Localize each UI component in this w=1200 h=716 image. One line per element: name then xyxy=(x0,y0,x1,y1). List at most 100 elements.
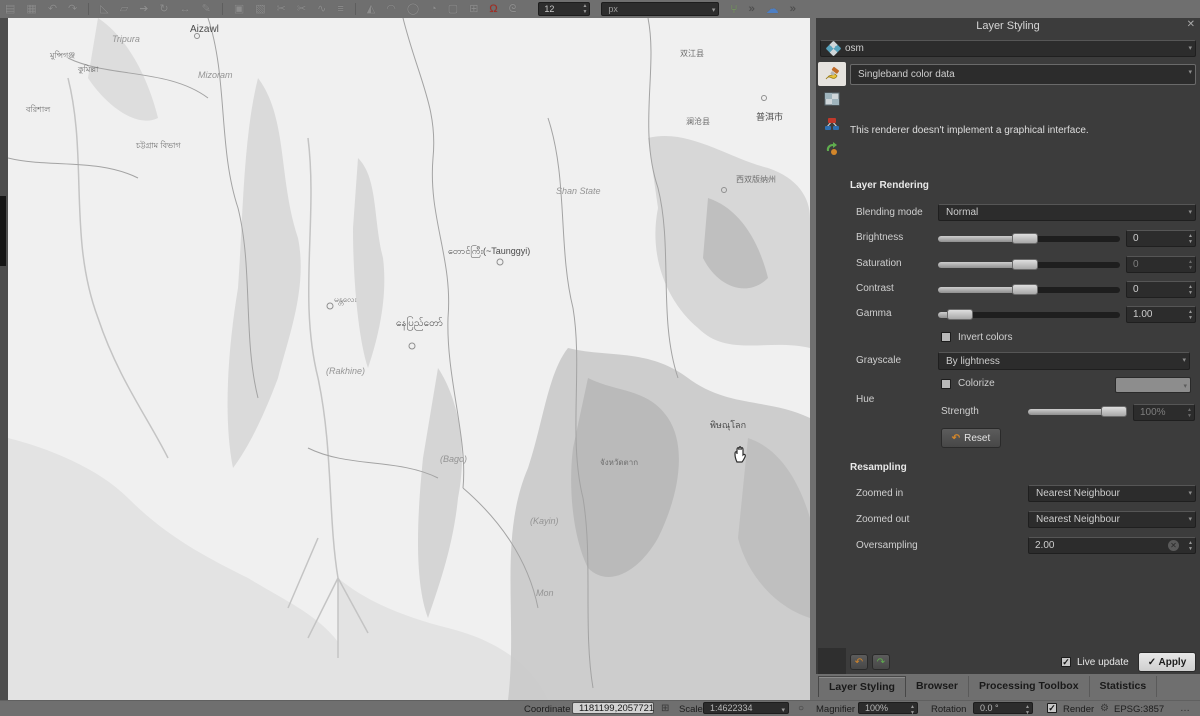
map-canvas[interactable]: AizawlTripuraMizoramমুন্সিগঞ্জকুমিল্লাবর… xyxy=(8,18,810,700)
zoomed-in-label: Zoomed in xyxy=(856,488,903,499)
chevron-down-icon: ▾ xyxy=(1188,44,1192,52)
copy-style-icon[interactable]: ▣ xyxy=(234,0,244,18)
vertex-tool-icon[interactable]: ⑂ xyxy=(730,0,737,18)
strength-spinbox: 100% ▲▼ xyxy=(1133,404,1195,421)
snap-tolerance-spinbox[interactable]: 12 ▲▼ xyxy=(538,2,590,16)
renderer-combo[interactable]: Singleband color data ▾ xyxy=(850,64,1196,85)
select-region-icon[interactable]: ▱ xyxy=(120,0,128,18)
spinner-arrows-icon[interactable]: ▲▼ xyxy=(1188,233,1193,245)
fill-pattern-icon[interactable]: ▧ xyxy=(255,0,265,18)
magnifier-value: 100% xyxy=(865,703,888,713)
tab-symbology[interactable] xyxy=(818,62,846,86)
split-parts-icon[interactable]: ✂ xyxy=(297,0,306,18)
gamma-slider[interactable] xyxy=(938,309,1120,320)
icon-column-footer xyxy=(818,648,846,674)
snapping-magnet-icon[interactable]: Ω xyxy=(489,0,497,18)
reset-button[interactable]: ↶ Reset xyxy=(941,428,1001,448)
rectangle-tool-icon[interactable]: ▢ xyxy=(448,0,458,18)
gamma-spinbox[interactable]: 1.00 ▲▼ xyxy=(1126,306,1196,323)
ellipse-tool-icon[interactable]: ◔ xyxy=(430,0,437,18)
messages-button[interactable]: … xyxy=(1180,703,1190,714)
tab-layer-styling[interactable]: Layer Styling xyxy=(818,676,906,697)
edit-icon[interactable]: ✎ xyxy=(202,0,211,18)
scale-combo[interactable]: 1:4622334 ▾ xyxy=(703,702,789,714)
undo-icon: ↶ xyxy=(855,657,863,668)
layer-selector-combo[interactable]: osm ▾ xyxy=(820,40,1196,57)
left-dock-edge[interactable] xyxy=(0,18,8,700)
offset-icon[interactable]: ↔ xyxy=(180,0,191,18)
crs-status[interactable]: EPSG:3857 xyxy=(1114,704,1164,715)
extent-toggle-icon[interactable]: ⊞ xyxy=(661,703,669,714)
map-label: মুন্সিগঞ্জ xyxy=(50,50,75,63)
brightness-slider[interactable] xyxy=(938,233,1120,244)
snap-unit-combo[interactable]: px ▾ xyxy=(601,2,719,16)
style-undo-button[interactable]: ↶ xyxy=(850,654,868,670)
map-label: (Rakhine) xyxy=(326,366,365,376)
coordinate-input[interactable]: 1181199,2057721 xyxy=(572,702,654,714)
rotation-spinbox[interactable]: 0.0 ° ▲▼ xyxy=(973,702,1033,714)
close-icon[interactable]: ✕ xyxy=(1187,19,1195,30)
magnifier-spinbox[interactable]: 100% ▲▼ xyxy=(858,702,918,714)
spinner-arrows-icon[interactable]: ▲▼ xyxy=(1188,540,1193,552)
clear-field-icon[interactable]: ✕ xyxy=(1168,540,1179,551)
spinner-arrows-icon[interactable]: ▲▼ xyxy=(1188,309,1193,321)
redo-icon[interactable]: ↷ xyxy=(68,0,77,18)
spinner-arrows-icon[interactable]: ▲▼ xyxy=(910,704,915,716)
spinner-arrows-icon: ▲▼ xyxy=(1188,259,1193,271)
spinner-arrows-icon[interactable]: ▲▼ xyxy=(582,3,587,15)
merge-icon[interactable]: ∿ xyxy=(317,0,326,18)
spinner-arrows-icon[interactable]: ▲▼ xyxy=(1188,284,1193,296)
oversampling-spinbox[interactable]: 2.00 ✕ ▲▼ xyxy=(1028,537,1196,554)
toolbar-overflow-icon-2[interactable]: » xyxy=(790,0,796,18)
status-bar: Coordinate 1181199,2057721 ⊞ Scale 1:462… xyxy=(0,700,1200,715)
grayscale-value: By lightness xyxy=(946,356,1000,367)
colorize-checkbox[interactable] xyxy=(941,379,951,389)
histogram-icon xyxy=(824,116,840,132)
zoomed-out-combo[interactable]: Nearest Neighbour ▾ xyxy=(1028,511,1196,528)
layout-manager-icon[interactable]: ▦ xyxy=(26,0,36,18)
scale-lock-icon[interactable]: ○ xyxy=(798,703,804,714)
attributes-list-icon[interactable]: ≡ xyxy=(337,0,343,18)
circle-tool-icon[interactable]: ◯ xyxy=(407,0,419,18)
vertex-tool-icon[interactable]: ◭ xyxy=(367,0,375,18)
tab-statistics[interactable]: Statistics xyxy=(1090,676,1158,697)
crs-gear-icon[interactable]: ⚙ xyxy=(1100,703,1109,714)
invert-colors-checkbox[interactable] xyxy=(941,332,951,342)
measure-icon[interactable]: ◺ xyxy=(100,0,108,18)
tracing-icon[interactable]: ᘓ xyxy=(509,0,517,18)
grayscale-combo[interactable]: By lightness ▾ xyxy=(938,352,1190,370)
tab-histogram[interactable] xyxy=(818,112,846,136)
resampling-heading: Resampling xyxy=(850,462,907,473)
new-project-icon[interactable]: ▤ xyxy=(5,0,15,18)
tab-browser[interactable]: Browser xyxy=(906,676,969,697)
undo-icon[interactable]: ↶ xyxy=(48,0,57,18)
toolbar-overflow-icon[interactable]: » xyxy=(749,0,755,18)
blending-mode-label: Blending mode xyxy=(856,207,923,218)
style-redo-button[interactable]: ↷ xyxy=(872,654,890,670)
redo-icon: ↷ xyxy=(877,657,885,668)
blending-mode-combo[interactable]: Normal ▾ xyxy=(938,204,1196,221)
tab-transparency[interactable] xyxy=(818,87,846,111)
contrast-slider[interactable] xyxy=(938,284,1120,295)
cloud-layers-icon[interactable]: ☁ xyxy=(766,0,779,18)
brightness-spinbox[interactable]: 0 ▲▼ xyxy=(1126,230,1196,247)
curve-icon[interactable]: ◠ xyxy=(386,0,396,18)
layer-name: osm xyxy=(845,43,864,54)
contrast-spinbox[interactable]: 0 ▲▼ xyxy=(1126,281,1196,298)
live-update-checkbox[interactable]: ✓ xyxy=(1061,657,1071,667)
dock-grip-handle[interactable] xyxy=(0,196,6,266)
apply-label: ✓ Apply xyxy=(1148,657,1187,668)
rotate-feature-icon[interactable]: ↻ xyxy=(159,0,168,18)
zoomed-in-combo[interactable]: Nearest Neighbour ▾ xyxy=(1028,485,1196,502)
render-checkbox[interactable]: ✓ xyxy=(1047,703,1057,713)
apply-button[interactable]: ✓ Apply xyxy=(1138,652,1196,672)
tab-processing-toolbox[interactable]: Processing Toolbox xyxy=(969,676,1090,697)
saturation-slider[interactable] xyxy=(938,259,1120,270)
split-features-icon[interactable]: ✂ xyxy=(277,0,286,18)
tab-history[interactable] xyxy=(818,137,846,161)
spinner-arrows-icon[interactable]: ▲▼ xyxy=(1025,704,1030,716)
regular-polygon-icon[interactable]: ⊞ xyxy=(469,0,478,18)
move-feature-icon[interactable]: ➔ xyxy=(139,0,148,18)
chevron-down-icon: ▾ xyxy=(1188,208,1192,216)
strength-slider xyxy=(1028,406,1124,417)
